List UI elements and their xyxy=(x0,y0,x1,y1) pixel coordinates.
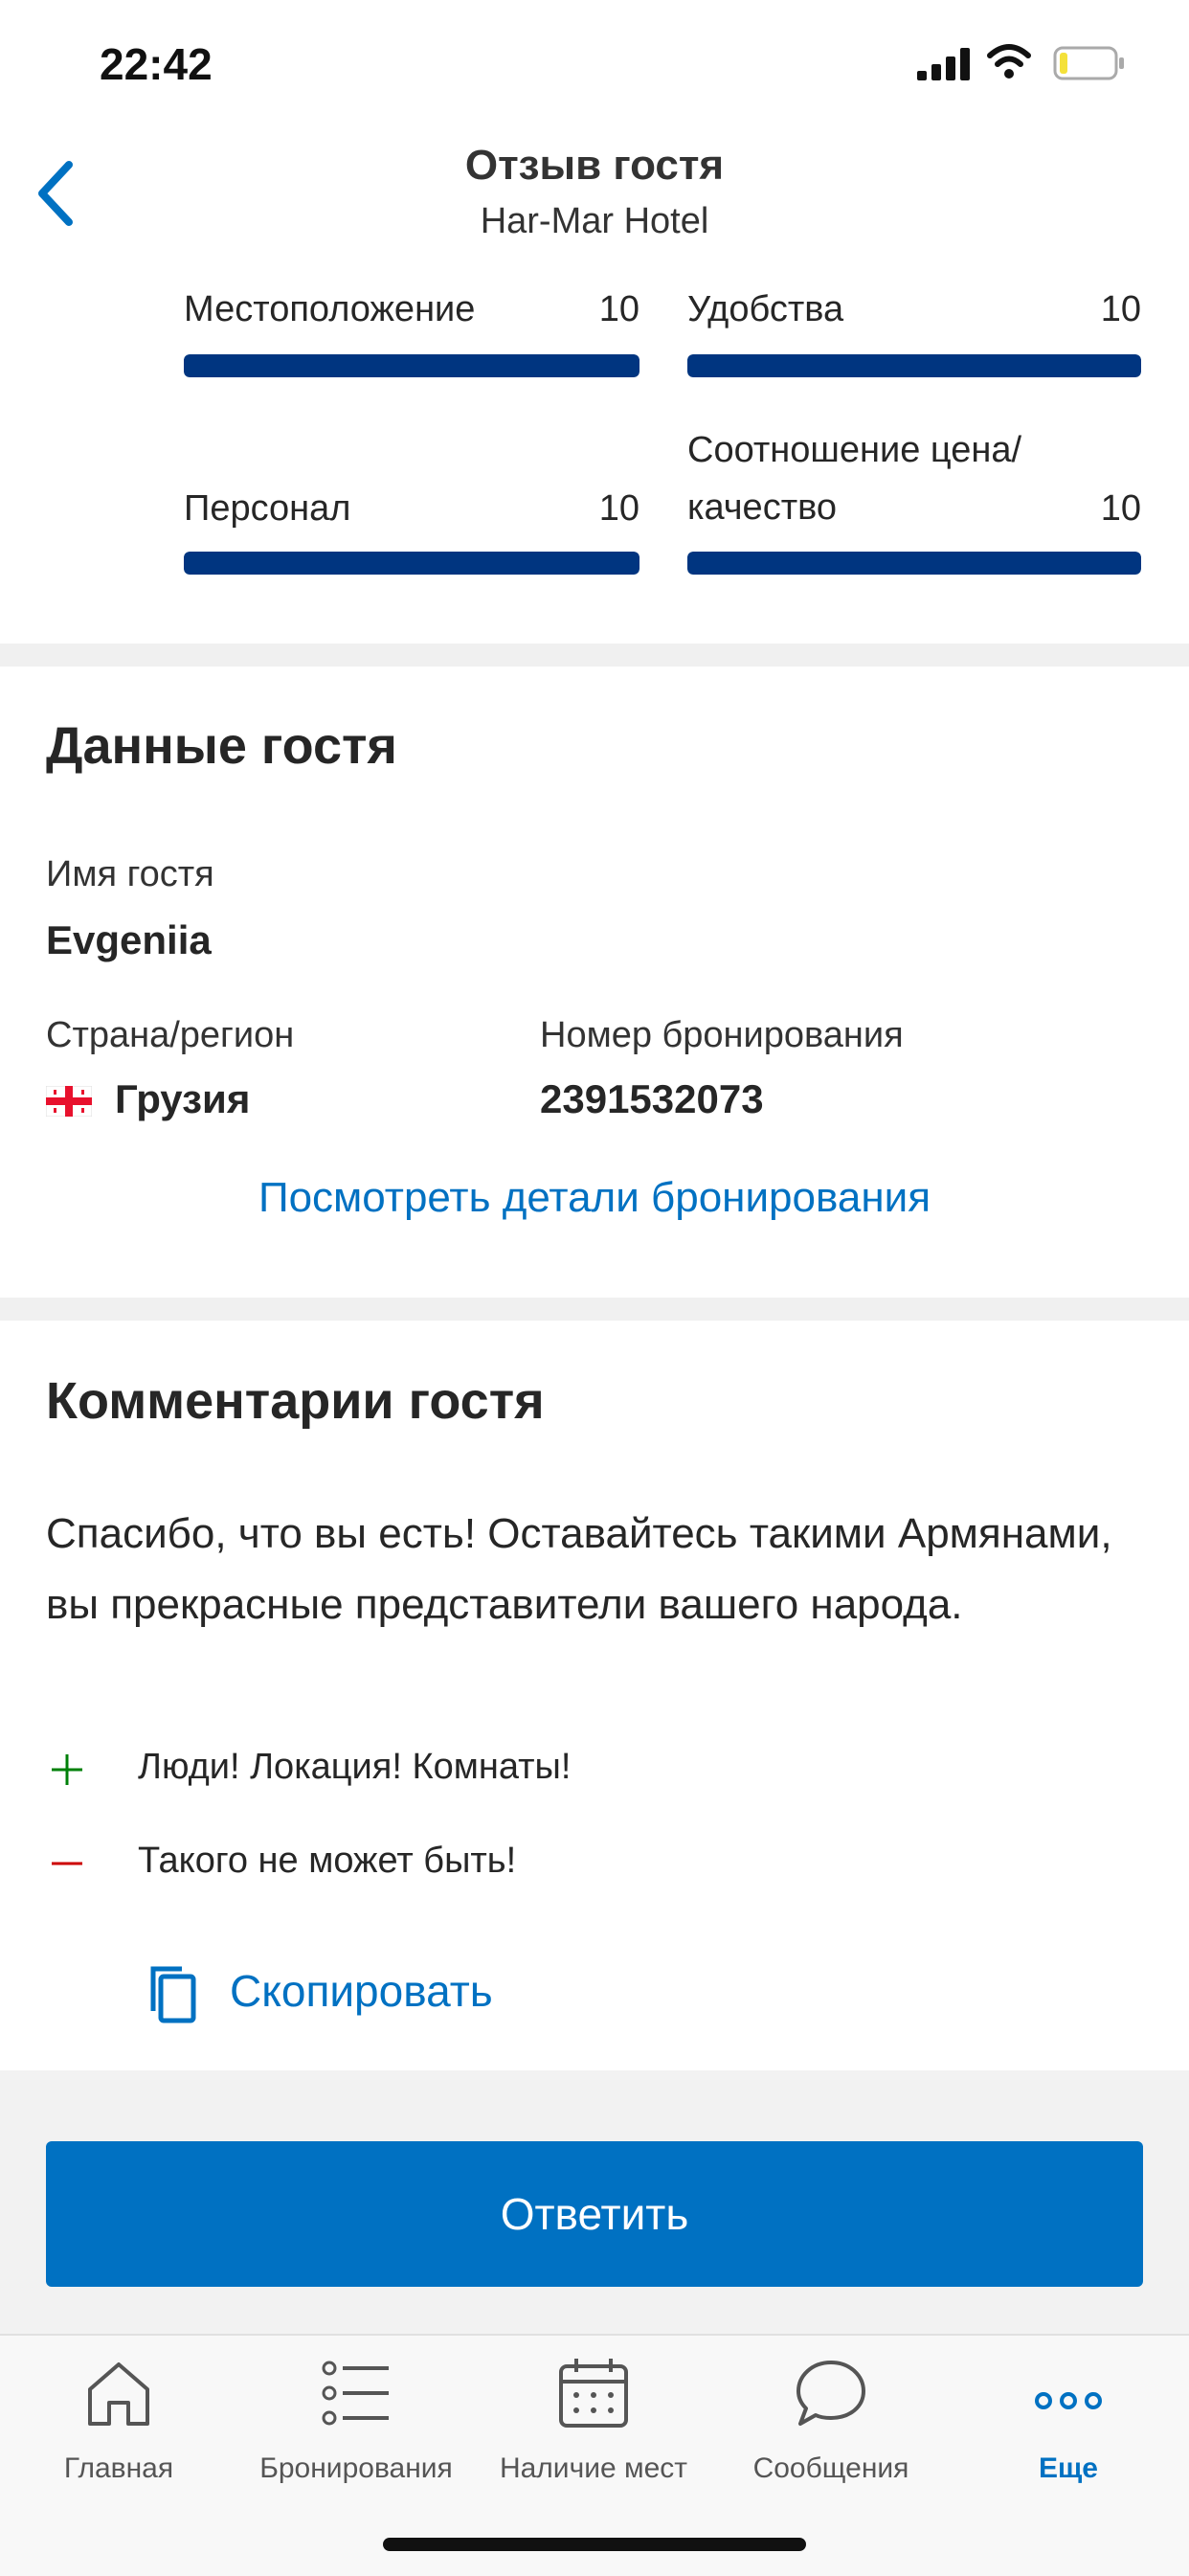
minus-icon xyxy=(52,1862,82,1865)
score-bar-facilities xyxy=(687,354,1141,377)
view-booking-details-link[interactable]: Посмотреть детали бронирования xyxy=(0,1174,1189,1222)
booking-number-label: Номер бронирования xyxy=(540,1015,904,1055)
section-divider xyxy=(0,1298,1189,1321)
chat-bubble-icon xyxy=(796,2361,865,2426)
comments-section-title: Комментарии гостя xyxy=(46,1372,545,1430)
cellular-signal-icon xyxy=(917,48,970,80)
score-bar-fill xyxy=(687,552,1141,575)
score-bar-fill xyxy=(184,354,639,377)
score-location: Местоположение 10 xyxy=(184,278,639,337)
tab-messages[interactable]: Сообщения xyxy=(712,2336,950,2508)
reply-button[interactable]: Ответить xyxy=(46,2141,1143,2287)
section-divider xyxy=(0,644,1189,667)
score-label: Соотношение цена/ качество xyxy=(687,430,1022,528)
tab-availability[interactable]: Наличие мест xyxy=(475,2336,712,2508)
home-indicator[interactable] xyxy=(383,2538,806,2551)
guest-name-value: Evgeniia xyxy=(46,917,212,962)
score-value: 10 xyxy=(598,289,639,329)
tab-label: Наличие мест xyxy=(499,2452,688,2484)
tab-home[interactable]: Главная xyxy=(0,2336,237,2508)
guest-comment-text: Спасибо, что вы есть! Оставайтесь такими… xyxy=(46,1510,1112,1628)
score-bar-staff xyxy=(184,552,639,575)
booking-number-value: 2391532073 xyxy=(540,1076,764,1121)
score-value: 10 xyxy=(598,488,639,529)
tab-label: Главная xyxy=(63,2452,174,2484)
score-label: Местоположение xyxy=(184,289,476,329)
header: Отзыв гостя Har-Mar Hotel xyxy=(0,134,1189,278)
tab-label: Сообщения xyxy=(752,2452,909,2484)
calendar-icon xyxy=(559,2359,628,2428)
score-bar-fill xyxy=(687,354,1141,377)
score-facilities: Удобства 10 xyxy=(687,278,1141,337)
score-bar-location xyxy=(184,354,639,377)
status-bar: 22:42 xyxy=(0,0,1189,134)
page-title: Отзыв гостя xyxy=(464,142,725,189)
country-label: Страна/регион xyxy=(46,1015,295,1055)
score-label: Удобства xyxy=(687,289,844,329)
score-bar-fill xyxy=(184,552,639,575)
score-bar-value-for-money xyxy=(687,552,1141,575)
georgia-flag-icon xyxy=(46,1086,92,1117)
guest-section-title: Данные гостя xyxy=(46,717,397,775)
tab-bookings[interactable]: Бронирования xyxy=(237,2336,475,2508)
score-value: 10 xyxy=(1100,488,1141,529)
battery-icon xyxy=(1053,46,1124,80)
score-staff: Персонал 10 xyxy=(184,412,639,536)
copy-label: Скопировать xyxy=(230,1966,493,2016)
copy-icon xyxy=(150,1966,196,2023)
tab-more[interactable]: Еще xyxy=(950,2336,1187,2508)
more-dots-icon xyxy=(1035,2392,1102,2409)
country-value: Грузия xyxy=(115,1076,251,1121)
home-icon xyxy=(88,2362,149,2426)
guest-name-label: Имя гостя xyxy=(46,854,214,894)
tab-label: Еще xyxy=(1038,2452,1098,2484)
negative-comment: Такого не может быть! xyxy=(138,1841,517,1881)
tab-label: Бронирования xyxy=(259,2452,453,2484)
list-icon xyxy=(322,2361,389,2426)
hotel-name: Har-Mar Hotel xyxy=(480,201,709,241)
positive-comment: Люди! Локация! Комнаты! xyxy=(138,1747,572,1787)
plus-icon xyxy=(52,1754,82,1785)
score-label: Персонал xyxy=(184,488,351,529)
score-value-for-money: Соотношение цена/ качество 10 xyxy=(687,412,1141,536)
wifi-icon xyxy=(987,44,1031,79)
score-value: 10 xyxy=(1100,289,1141,329)
status-time: 22:42 xyxy=(100,39,213,89)
